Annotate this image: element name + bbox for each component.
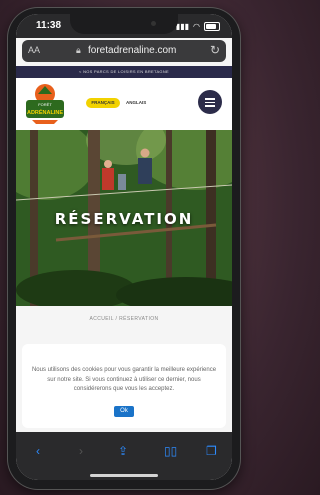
forward-icon[interactable]: ›: [79, 444, 83, 458]
cookie-ok-button[interactable]: Ok: [114, 406, 134, 417]
promo-banner[interactable]: < NOS PARCS DE LOISIRS EN BRETAGNE: [16, 66, 232, 78]
clock: 11:38: [36, 20, 62, 31]
share-icon[interactable]: ⇪: [118, 444, 128, 458]
reload-icon[interactable]: ↻: [210, 43, 220, 57]
hero-banner: RÉSERVATION: [16, 130, 232, 306]
logo-main-text: ADRÉNALINE: [27, 108, 63, 116]
phone-screen: 11:38 ▮▮▮ ◠ AA 🔒︎ foretadrenaline.com ↻ …: [16, 14, 232, 480]
browser-toolbar: ‹ › ⇪ ▯▯ ❐: [16, 432, 232, 480]
menu-button[interactable]: [198, 90, 222, 114]
notch: [70, 14, 178, 34]
cookie-message: Nous utilisons des cookies pour vous gar…: [31, 367, 217, 392]
bookmarks-icon[interactable]: ▯▯: [164, 444, 177, 458]
logo-top-text: FORÊT: [38, 102, 52, 107]
signal-icon: ▮▮▮: [175, 22, 190, 31]
breadcrumb[interactable]: ACCUEIL / RÉSERVATION: [16, 316, 232, 322]
url-text[interactable]: foretadrenaline.com: [88, 45, 176, 56]
lang-english-button[interactable]: ANGLAIS: [126, 98, 146, 108]
back-icon[interactable]: ‹: [36, 444, 40, 458]
site-header: FORÊT ADRÉNALINE FRANÇAIS ANGLAIS: [16, 78, 232, 130]
home-indicator: [90, 474, 158, 477]
hamburger-line: [205, 101, 215, 103]
lock-icon: 🔒︎: [76, 45, 81, 55]
hamburger-line: [205, 105, 215, 107]
battery-icon: [204, 22, 220, 31]
lang-french-button[interactable]: FRANÇAIS: [86, 98, 120, 108]
status-icons: ▮▮▮ ◠: [176, 22, 220, 31]
wifi-icon: ◠: [193, 22, 200, 31]
address-bar[interactable]: AA 🔒︎ foretadrenaline.com ↻: [22, 40, 226, 62]
logo[interactable]: FORÊT ADRÉNALINE: [24, 82, 66, 126]
page-title: RÉSERVATION: [54, 210, 194, 228]
hamburger-line: [205, 98, 215, 100]
tabs-icon[interactable]: ❐: [206, 444, 217, 458]
camera: [151, 21, 156, 26]
text-size-button[interactable]: AA: [28, 45, 40, 55]
cookie-banner: Nous utilisons des cookies pour vous gar…: [22, 344, 226, 428]
